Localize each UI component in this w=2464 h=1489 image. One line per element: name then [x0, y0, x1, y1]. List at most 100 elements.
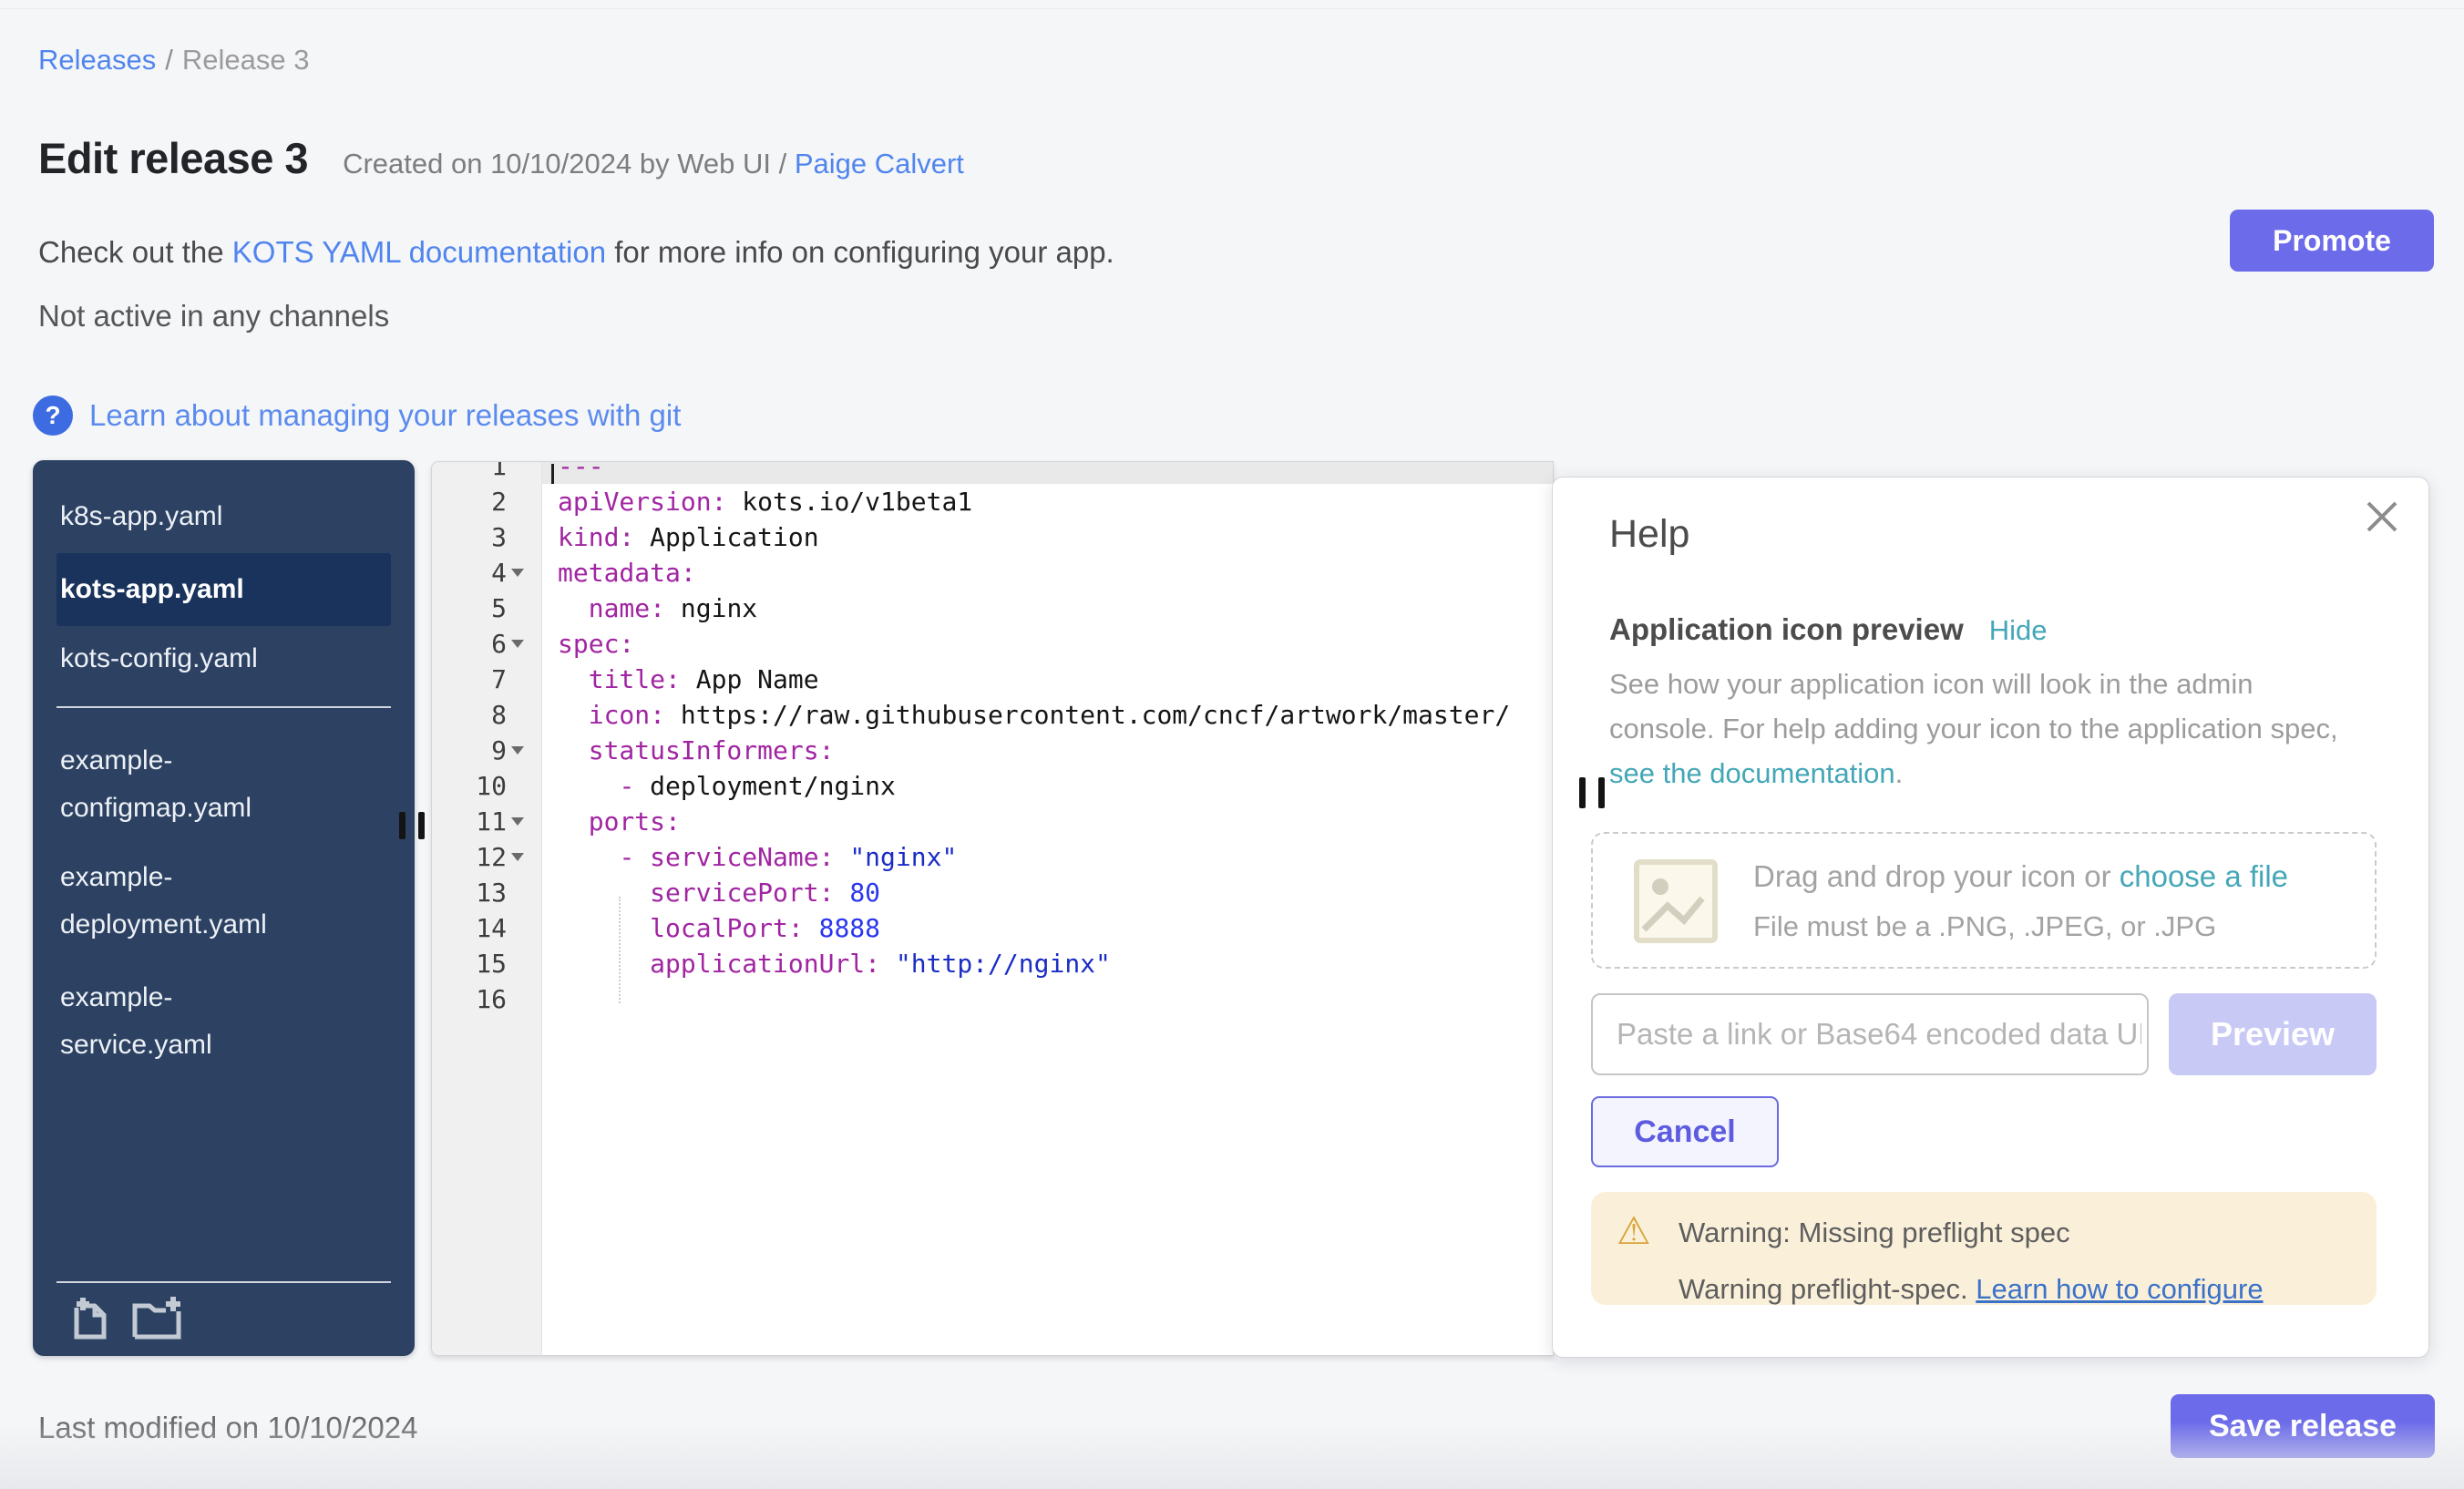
line-number: 8	[432, 697, 541, 733]
icon-url-input[interactable]	[1591, 993, 2149, 1075]
line-number: 13	[432, 875, 541, 910]
dropzone-text: Drag and drop your icon or	[1753, 859, 2120, 893]
last-modified: Last modified on 10/10/2024	[38, 1411, 417, 1445]
code-text: applicationUrl: "http://nginx"	[541, 946, 1553, 981]
file-tree: k8s-app.yaml kots-app.yaml kots-config.yam…	[33, 460, 415, 1356]
code-line-10[interactable]: 10 - deployment/nginx	[432, 768, 1553, 804]
choose-file-link[interactable]: choose a file	[2120, 859, 2288, 893]
see-documentation-link[interactable]: see the documentation	[1609, 757, 1895, 789]
yaml-editor[interactable]: 1---2apiVersion: kots.io/v1beta13kind: A…	[431, 461, 1554, 1356]
code-line-9[interactable]: 9 statusInformers:	[432, 733, 1553, 768]
code-line-14[interactable]: 14 localPort: 8888	[432, 910, 1553, 946]
fold-arrow-icon[interactable]	[511, 853, 524, 861]
code-text: ports:	[541, 804, 1553, 839]
code-text: - serviceName: "nginx"	[541, 839, 1553, 875]
preview-button[interactable]: Preview	[2169, 993, 2377, 1075]
breadcrumb-releases-link[interactable]: Releases	[38, 44, 156, 76]
tree-divider	[56, 706, 391, 708]
fold-arrow-icon[interactable]	[511, 640, 524, 648]
code-line-12[interactable]: 12 - serviceName: "nginx"	[432, 839, 1553, 875]
docs-note: Check out the KOTS YAML documentation fo…	[38, 235, 1114, 270]
code-line-1[interactable]: 1---	[432, 462, 1553, 484]
code-text	[541, 981, 1553, 1017]
code-text: title: App Name	[541, 662, 1553, 697]
line-number: 12	[432, 839, 541, 875]
code-line-4[interactable]: 4metadata:	[432, 555, 1553, 590]
file-item-kots-app.yaml[interactable]: kots-app.yaml	[56, 553, 391, 626]
code-line-6[interactable]: 6spec:	[432, 626, 1553, 662]
warning-title: Warning: Missing preflight spec	[1679, 1217, 2070, 1249]
file-item-example-configmap.yaml[interactable]: example-configmap.yaml	[56, 737, 321, 832]
file-item-kots-config.yaml[interactable]: kots-config.yaml	[56, 635, 321, 683]
breadcrumb: Releases/Release 3	[38, 44, 309, 77]
created-prefix: Created on 10/10/2024 by Web UI /	[343, 148, 795, 180]
code-line-11[interactable]: 11 ports:	[432, 804, 1553, 839]
breadcrumb-separator: /	[165, 44, 173, 76]
question-icon: ?	[33, 395, 73, 436]
code-line-2[interactable]: 2apiVersion: kots.io/v1beta1	[432, 484, 1553, 519]
line-number: 16	[432, 981, 541, 1017]
git-help-link[interactable]: ? Learn about managing your releases wit…	[33, 395, 681, 436]
code-line-5[interactable]: 5 name: nginx	[432, 590, 1553, 626]
line-number: 7	[432, 662, 541, 697]
code-text: apiVersion: kots.io/v1beta1	[541, 484, 1553, 519]
dropzone-hint: File must be a .PNG, .JPEG, or .JPG	[1753, 910, 2216, 943]
line-number: 5	[432, 590, 541, 626]
fold-arrow-icon[interactable]	[511, 569, 524, 577]
code-text: localPort: 8888	[541, 910, 1553, 946]
top-divider	[0, 8, 2464, 9]
close-icon[interactable]	[2363, 498, 2401, 536]
file-item-example-service.yaml[interactable]: example-service.yaml	[56, 974, 321, 1069]
hide-link[interactable]: Hide	[1989, 614, 2048, 647]
help-panel-resize-handle[interactable]	[1579, 777, 1605, 808]
preflight-warning: ⚠ Warning: Missing preflight spec Warnin…	[1591, 1192, 2377, 1305]
add-file-icon[interactable]	[69, 1295, 111, 1345]
line-number: 1	[432, 462, 541, 484]
file-item-example-deployment.yaml[interactable]: example-deployment.yaml	[56, 854, 321, 949]
created-info: Created on 10/10/2024 by Web UI / Paige …	[343, 148, 964, 180]
code-line-3[interactable]: 3kind: Application	[432, 519, 1553, 555]
text-cursor	[551, 464, 554, 484]
code-text: statusInformers:	[541, 733, 1553, 768]
icon-dropzone[interactable]: Drag and drop your icon or choose a file…	[1591, 832, 2377, 969]
code-line-13[interactable]: 13 servicePort: 80	[432, 875, 1553, 910]
description-text: See how your application icon will look …	[1609, 668, 2338, 744]
code-line-15[interactable]: 15 applicationUrl: "http://nginx"	[432, 946, 1553, 981]
code-text: - deployment/nginx	[541, 768, 1553, 804]
fold-arrow-icon[interactable]	[511, 817, 524, 826]
line-number: 10	[432, 768, 541, 804]
file-item-k8s-app.yaml[interactable]: k8s-app.yaml	[56, 493, 321, 540]
channel-status: Not active in any channels	[38, 299, 389, 334]
line-number: 4	[432, 555, 541, 590]
save-release-button[interactable]: Save release	[2171, 1394, 2435, 1458]
code-line-7[interactable]: 7 title: App Name	[432, 662, 1553, 697]
sidebar-resize-handle[interactable]	[399, 812, 425, 839]
gutter-divider	[541, 462, 542, 1355]
code-text: servicePort: 80	[541, 875, 1553, 910]
docs-note-prefix: Check out the	[38, 235, 232, 269]
code-text: spec:	[541, 626, 1553, 662]
code-line-8[interactable]: 8 icon: https://raw.githubusercontent.co…	[432, 697, 1553, 733]
cancel-button[interactable]: Cancel	[1591, 1096, 1779, 1167]
code-text: kind: Application	[541, 519, 1553, 555]
learn-configure-link[interactable]: Learn how to configure	[1976, 1273, 2263, 1305]
kots-yaml-docs-link[interactable]: KOTS YAML documentation	[232, 235, 606, 269]
promote-button[interactable]: Promote	[2230, 210, 2434, 272]
add-folder-icon[interactable]	[131, 1295, 182, 1345]
image-placeholder-icon	[1633, 858, 1719, 944]
line-number: 6	[432, 626, 541, 662]
author-link[interactable]: Paige Calvert	[795, 148, 964, 180]
line-number: 11	[432, 804, 541, 839]
git-help-label: Learn about managing your releases with …	[89, 398, 681, 433]
indent-guide	[619, 897, 621, 1003]
help-panel-title: Help	[1609, 512, 1689, 557]
code-text: name: nginx	[541, 590, 1553, 626]
icon-preview-description: See how your application icon will look …	[1609, 662, 2347, 796]
docs-note-suffix: for more info on configuring your app.	[606, 235, 1114, 269]
code-line-16[interactable]: 16	[432, 981, 1553, 1017]
line-number: 3	[432, 519, 541, 555]
line-number: 9	[432, 733, 541, 768]
line-number: 2	[432, 484, 541, 519]
fold-arrow-icon[interactable]	[511, 746, 524, 755]
icon-preview-section-title: Application icon preview	[1609, 612, 1964, 647]
